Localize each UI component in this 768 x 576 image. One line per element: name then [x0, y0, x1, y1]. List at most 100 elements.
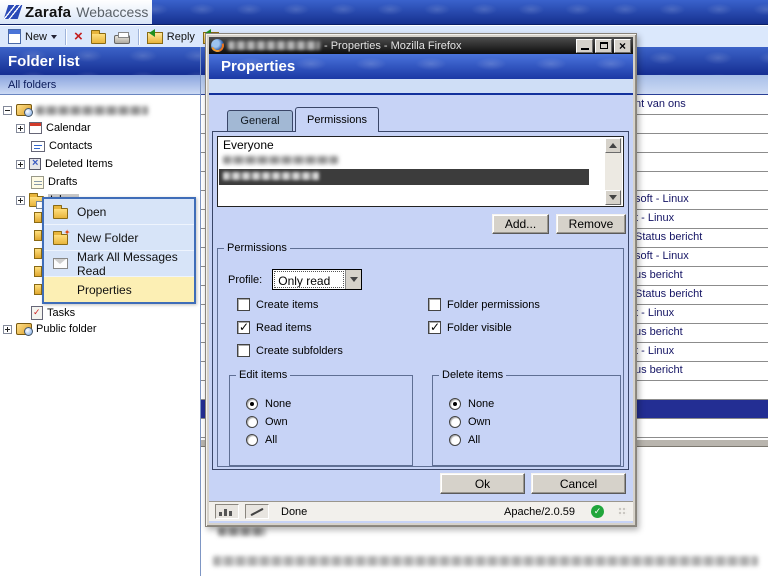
folder-sidebar: Folder list All folders Calendar Contact…: [0, 47, 201, 576]
tab-permissions[interactable]: Permissions: [295, 107, 379, 132]
checkbox-label: Create items: [256, 299, 318, 311]
edit-items-fieldset: Edit items None Own All: [229, 369, 413, 466]
listbox-scrollbar[interactable]: [605, 138, 622, 205]
radio-delete-own[interactable]: Own: [449, 416, 491, 428]
mail-subject-fragment: Status bericht: [635, 231, 702, 243]
folder-label: Calendar: [46, 122, 91, 134]
checkbox-create-items[interactable]: Create items: [237, 298, 318, 311]
radio-edit-none[interactable]: None: [246, 398, 291, 410]
radio-label: All: [468, 434, 480, 446]
tree-row-contacts[interactable]: Contacts: [31, 137, 92, 155]
checkbox-folder-permissions[interactable]: Folder permissions: [428, 298, 540, 311]
top-brand-bar: Zarafa Webaccess: [0, 0, 768, 25]
radio-icon[interactable]: [449, 434, 461, 446]
acl-item-everyone[interactable]: Everyone: [219, 138, 589, 153]
tree-row-calendar[interactable]: Calendar: [16, 119, 91, 137]
menu-item-properties[interactable]: Properties: [44, 277, 194, 302]
dropdown-arrow-button[interactable]: [345, 270, 361, 289]
radio-icon[interactable]: [449, 416, 461, 428]
toolbar-separator: [138, 29, 139, 45]
acl-item-redacted[interactable]: [219, 153, 589, 168]
close-button[interactable]: ×: [614, 39, 631, 53]
reply-button[interactable]: Reply: [143, 27, 199, 47]
zarafa-webaccess-app: Zarafa Webaccess New × Reply Folder list…: [0, 0, 768, 576]
all-folders-bar[interactable]: All folders: [0, 75, 200, 95]
new-item-icon: [8, 29, 21, 44]
dialog-titlebar[interactable]: - Properties - Mozilla Firefox ×: [209, 37, 633, 54]
mailbox-root-icon: [16, 104, 32, 116]
mail-subject-fragment: soft - Linux: [635, 193, 689, 205]
maximize-button[interactable]: [595, 39, 612, 53]
expand-expander-icon[interactable]: [3, 325, 12, 334]
tree-row-public-folder[interactable]: Public folder: [3, 320, 97, 338]
add-button[interactable]: Add...: [492, 214, 549, 234]
remove-button[interactable]: Remove: [556, 214, 626, 234]
expand-expander-icon[interactable]: [16, 160, 25, 169]
delete-button[interactable]: ×: [70, 27, 87, 47]
print-button[interactable]: [110, 27, 134, 47]
profile-row: Profile: Only read: [228, 269, 362, 290]
firefox-icon: [211, 39, 224, 52]
maximize-icon: [600, 42, 608, 49]
zarafa-logo-icon: [4, 5, 23, 19]
radio-icon[interactable]: [246, 434, 258, 446]
checkbox-folder-visible[interactable]: Folder visible: [428, 321, 512, 334]
minimize-button[interactable]: [576, 39, 593, 53]
checkbox-icon[interactable]: [237, 344, 250, 357]
radio-delete-all[interactable]: All: [449, 434, 480, 446]
radio-delete-none[interactable]: None: [449, 398, 494, 410]
folder-tree: Calendar Contacts Deleted Items Drafts I…: [0, 95, 200, 575]
chevron-down-icon[interactable]: [51, 35, 57, 42]
resize-grip[interactable]: [618, 507, 627, 516]
scroll-up-button[interactable]: [605, 138, 621, 153]
menu-item-new-folder[interactable]: New Folder: [44, 225, 194, 251]
mail-subject-fragment: soft - Linux: [635, 250, 689, 262]
page-meter-icon: [215, 504, 239, 519]
checkbox-checked-icon[interactable]: [237, 321, 250, 334]
collapse-expander-icon[interactable]: [3, 106, 12, 115]
checkbox-icon[interactable]: [237, 298, 250, 311]
new-button-label: New: [25, 31, 47, 43]
checkbox-read-items[interactable]: Read items: [237, 321, 312, 334]
acl-user-listbox[interactable]: Everyone: [217, 136, 624, 207]
contacts-icon: [31, 141, 45, 152]
cancel-button[interactable]: Cancel: [531, 473, 626, 494]
checkbox-checked-icon[interactable]: [428, 321, 441, 334]
expand-expander-icon[interactable]: [16, 196, 25, 205]
menu-item-label: New Folder: [77, 231, 138, 245]
radio-icon[interactable]: [246, 416, 258, 428]
permissions-legend: Permissions: [224, 242, 290, 254]
properties-header-strip: [209, 79, 633, 95]
partially-hidden-folder-icon: [34, 230, 42, 241]
edit-items-legend: Edit items: [236, 369, 290, 381]
tree-row-deleted-items[interactable]: Deleted Items: [16, 155, 113, 173]
security-ok-icon[interactable]: ✓: [591, 505, 604, 518]
mail-subject-fragment: us bericht: [635, 269, 683, 281]
reply-button-label: Reply: [167, 31, 195, 43]
edit-mode-icon[interactable]: [245, 504, 269, 519]
mail-subject-fragment: t - Linux: [635, 307, 674, 319]
scroll-down-button[interactable]: [605, 190, 621, 205]
radio-edit-own[interactable]: Own: [246, 416, 288, 428]
tree-row-drafts[interactable]: Drafts: [31, 173, 77, 191]
tree-row-mailbox-root[interactable]: [3, 101, 148, 119]
mail-subject-fragment: us bericht: [635, 364, 683, 376]
profile-select[interactable]: Only read: [272, 269, 362, 290]
new-button[interactable]: New: [4, 27, 61, 47]
menu-item-mark-all-read[interactable]: Mark All Messages Read: [44, 251, 194, 277]
radio-edit-all[interactable]: All: [246, 434, 277, 446]
ok-button[interactable]: Ok: [440, 473, 525, 494]
acl-item-redacted-selected[interactable]: [219, 169, 589, 185]
checkbox-create-subfolders[interactable]: Create subfolders: [237, 344, 343, 357]
tab-general[interactable]: General: [227, 110, 293, 131]
profile-selected-value: Only read: [274, 271, 344, 288]
radio-selected-icon[interactable]: [449, 398, 461, 410]
copy-move-button[interactable]: [87, 27, 110, 47]
checkbox-icon[interactable]: [428, 298, 441, 311]
menu-item-open[interactable]: Open: [44, 199, 194, 225]
permissions-fieldset: Permissions Profile: Only read Create it…: [217, 242, 624, 467]
redacted-preview-text: [218, 527, 266, 536]
radio-selected-icon[interactable]: [246, 398, 258, 410]
expand-expander-icon[interactable]: [16, 124, 25, 133]
partially-hidden-folder-icon: [34, 248, 42, 259]
